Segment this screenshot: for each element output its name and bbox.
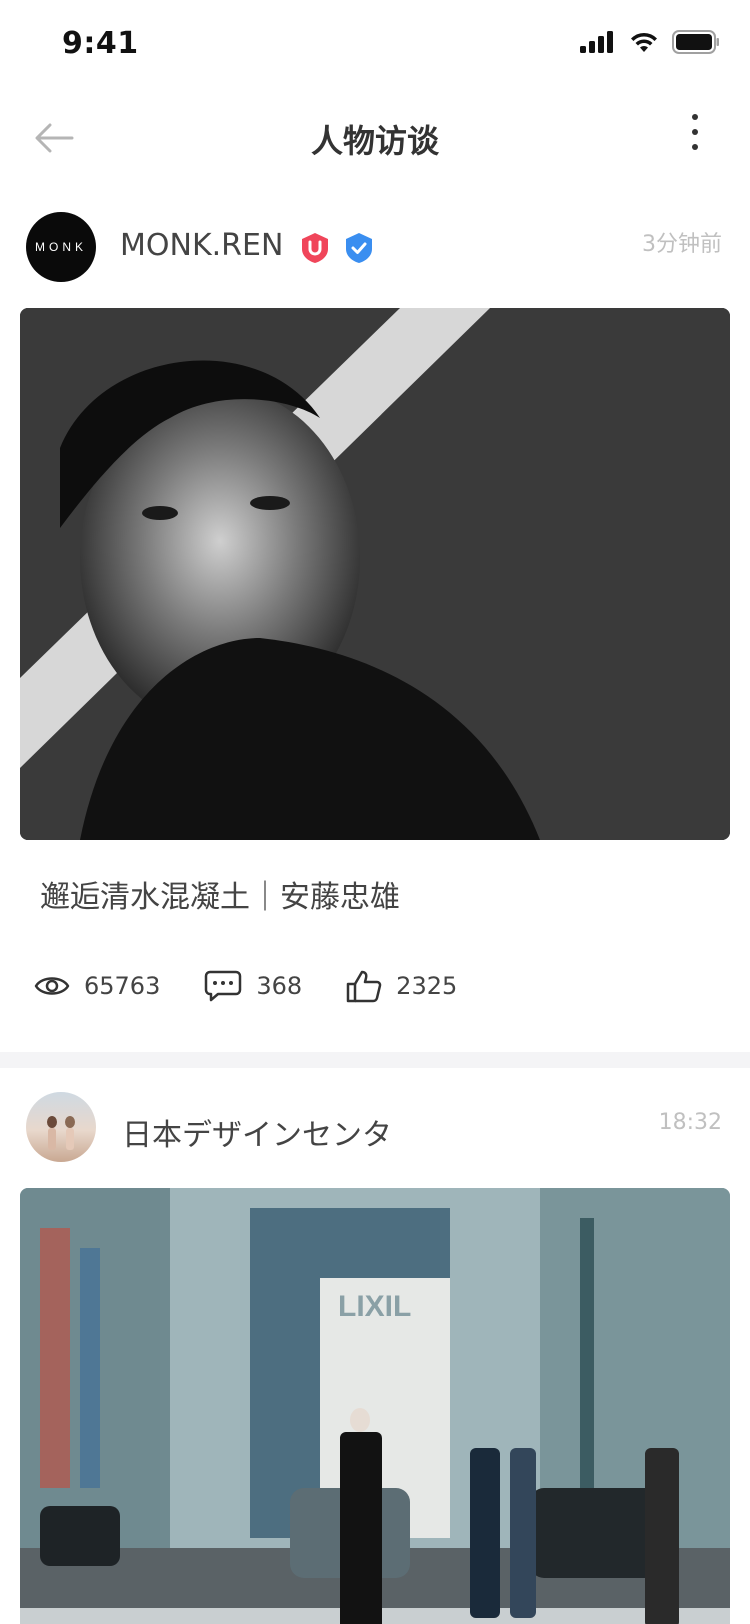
post-divider — [0, 1052, 750, 1068]
comments-stat[interactable]: 368 — [204, 970, 302, 1002]
views-count: 65763 — [84, 972, 161, 1000]
avatar[interactable]: MONK — [26, 212, 96, 282]
author-name[interactable]: 日本デザインセンタ — [122, 1110, 392, 1154]
nav-bar: 人物访谈 — [0, 88, 750, 188]
signal-icon — [580, 31, 613, 53]
post-time: 3分钟前 — [642, 232, 722, 257]
avatar-photo — [47, 1116, 75, 1150]
post-stats: 65763 368 2325 — [34, 966, 501, 1006]
likes-stat[interactable]: 2325 — [346, 969, 457, 1003]
post-image[interactable] — [20, 308, 730, 840]
portrait-photo — [20, 308, 730, 840]
status-bar: 9:41 — [0, 0, 750, 88]
author-badges — [300, 232, 374, 264]
post-title[interactable]: 邂逅清水混凝土｜安藤忠雄 — [40, 872, 400, 916]
views-stat[interactable]: 65763 — [34, 972, 160, 1000]
comments-count: 368 — [256, 972, 303, 1000]
avatar[interactable] — [26, 1092, 96, 1162]
lixil-sign: LIXIL — [338, 1290, 411, 1323]
more-dot — [692, 114, 698, 120]
u-badge-icon — [302, 233, 328, 263]
more-button[interactable] — [680, 110, 710, 158]
more-dot — [692, 129, 698, 135]
status-time: 9:41 — [62, 26, 139, 61]
avatar-logo-text: MONK — [35, 240, 87, 254]
more-dot — [692, 144, 698, 150]
wifi-icon — [631, 32, 657, 52]
comment-icon — [205, 970, 242, 1002]
likes-count: 2325 — [396, 972, 458, 1000]
eye-icon — [34, 977, 70, 995]
post-card[interactable]: 日本デザインセンタ 18:32 LIXIL — [0, 1092, 750, 1624]
post-header: MONK MONK.REN 3分钟前 — [0, 212, 750, 292]
status-icons — [580, 30, 720, 54]
street-photo: LIXIL — [20, 1188, 730, 1624]
post-header: 日本デザインセンタ 18:32 — [0, 1092, 750, 1172]
post-image[interactable]: LIXIL — [20, 1188, 730, 1624]
page-title: 人物访谈 — [310, 122, 439, 160]
battery-icon — [672, 30, 719, 54]
author-name[interactable]: MONK.REN — [120, 228, 283, 263]
thumbs-up-icon — [346, 970, 382, 1003]
verified-icon — [346, 233, 372, 263]
post-card[interactable]: MONK MONK.REN 3分钟前 邂逅清水混凝土｜安藤忠雄 65763 36… — [0, 212, 750, 1032]
post-time: 18:32 — [658, 1110, 722, 1135]
